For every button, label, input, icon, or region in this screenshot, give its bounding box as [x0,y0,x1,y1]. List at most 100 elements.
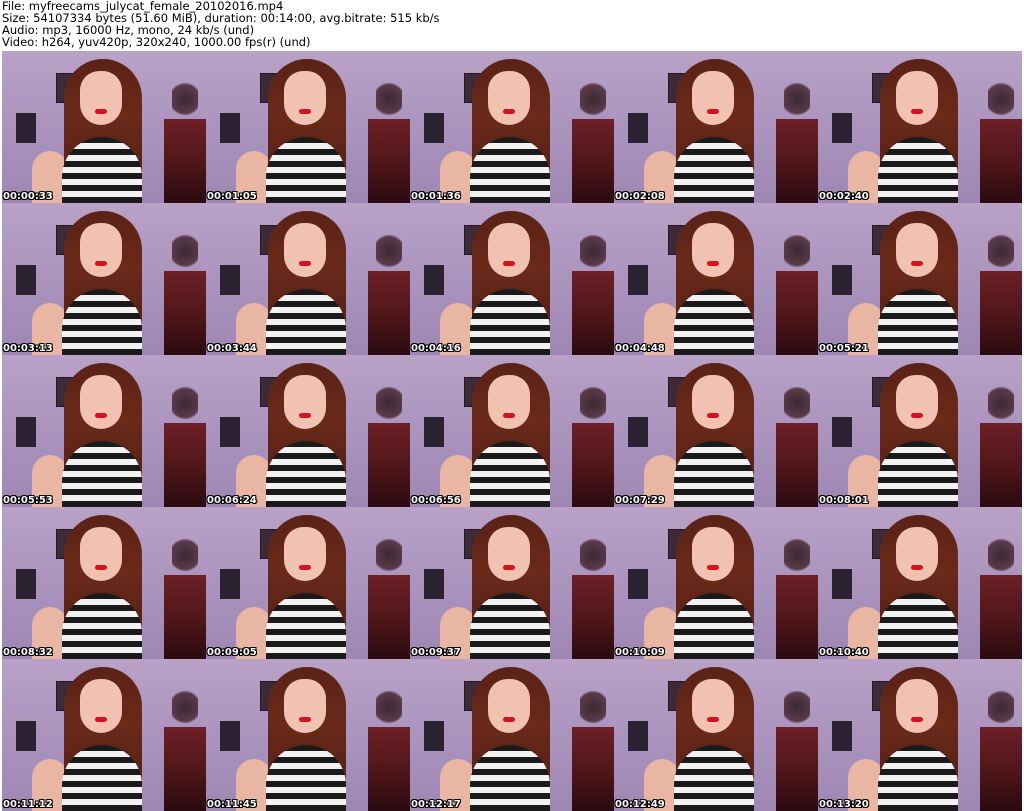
face [80,71,122,125]
lips [911,261,923,266]
shelf [776,119,818,203]
wall-frame [832,417,852,447]
face [692,223,734,277]
face [488,679,530,733]
shelf-decor [376,231,402,271]
file-info-header: File: myfreecams_julycat_female_20102016… [2,0,1022,50]
shelf-decor [784,231,810,271]
face [692,527,734,581]
lips [503,109,515,114]
lips [95,717,107,722]
video-thumbnail: 00:05:21 [818,203,1022,355]
video-thumbnail: 00:00:33 [2,51,206,203]
wall-frame [220,113,240,143]
thumbnail-timestamp: 00:04:16 [411,343,461,354]
thumbnail-timestamp: 00:03:44 [207,343,257,354]
wall-frame [424,721,444,751]
video-thumbnail: 00:13:20 [818,659,1022,811]
thumbnail-timestamp: 00:12:17 [411,799,461,810]
face [80,375,122,429]
wall-frame [628,113,648,143]
lips [299,565,311,570]
lips [503,413,515,418]
video-thumbnail: 00:08:01 [818,355,1022,507]
shelf [980,423,1022,507]
lips [95,565,107,570]
shelf [164,575,206,659]
face [284,71,326,125]
video-thumbnail: 00:01:36 [410,51,614,203]
video-thumbnail: 00:05:53 [2,355,206,507]
shelf-decor [172,231,198,271]
shelf-decor [580,383,606,423]
thumbnail-timestamp: 00:03:13 [3,343,53,354]
face [284,679,326,733]
wall-frame [832,721,852,751]
wall-frame [832,265,852,295]
thumbnail-timestamp: 00:02:08 [615,191,665,202]
lips [95,261,107,266]
shelf [164,271,206,355]
wall-frame [16,113,36,143]
shelf-decor [376,687,402,727]
thumbnail-timestamp: 00:08:01 [819,495,869,506]
wall-frame [424,265,444,295]
shelf-decor [988,687,1014,727]
video-thumbnail: 00:06:56 [410,355,614,507]
wall-frame [220,265,240,295]
shelf [164,727,206,811]
shelf-decor [988,535,1014,575]
wall-frame [220,569,240,599]
lips [299,413,311,418]
video-thumbnail: 00:06:24 [206,355,410,507]
thumbnail-timestamp: 00:05:21 [819,343,869,354]
thumbnail-timestamp: 00:10:40 [819,647,869,658]
wall-frame [832,569,852,599]
thumbnail-timestamp: 00:04:48 [615,343,665,354]
shelf [368,119,410,203]
wall-frame [16,265,36,295]
shelf [572,727,614,811]
face [896,527,938,581]
lips [911,109,923,114]
wall-frame [220,417,240,447]
shelf-decor [172,687,198,727]
thumbnail-timestamp: 00:01:05 [207,191,257,202]
shelf [572,271,614,355]
thumbnail-timestamp: 00:11:12 [3,799,53,810]
face [896,679,938,733]
lips [707,717,719,722]
face [896,223,938,277]
face [284,375,326,429]
thumbnail-timestamp: 00:08:32 [3,647,53,658]
face [488,375,530,429]
thumbnail-timestamp: 00:09:05 [207,647,257,658]
shelf-decor [376,535,402,575]
shelf-decor [172,535,198,575]
lips [503,565,515,570]
shelf [164,119,206,203]
face [488,527,530,581]
wall-frame [628,721,648,751]
wall-frame [424,417,444,447]
thumbnail-timestamp: 00:02:40 [819,191,869,202]
lips [299,261,311,266]
shelf [980,119,1022,203]
face [896,71,938,125]
face [896,375,938,429]
shelf [776,575,818,659]
shelf [776,271,818,355]
video-thumbnail: 00:02:40 [818,51,1022,203]
shelf [572,575,614,659]
thumbnail-timestamp: 00:00:33 [3,191,53,202]
video-thumbnail: 00:09:05 [206,507,410,659]
video-thumbnail: 00:02:08 [614,51,818,203]
video-info-line: Video: h264, yuv420p, 320x240, 1000.00 f… [2,35,311,49]
face [692,679,734,733]
wall-frame [16,721,36,751]
thumbnail-timestamp: 00:07:29 [615,495,665,506]
shelf-decor [988,383,1014,423]
shelf [776,727,818,811]
shelf [980,575,1022,659]
video-thumbnail: 00:11:12 [2,659,206,811]
